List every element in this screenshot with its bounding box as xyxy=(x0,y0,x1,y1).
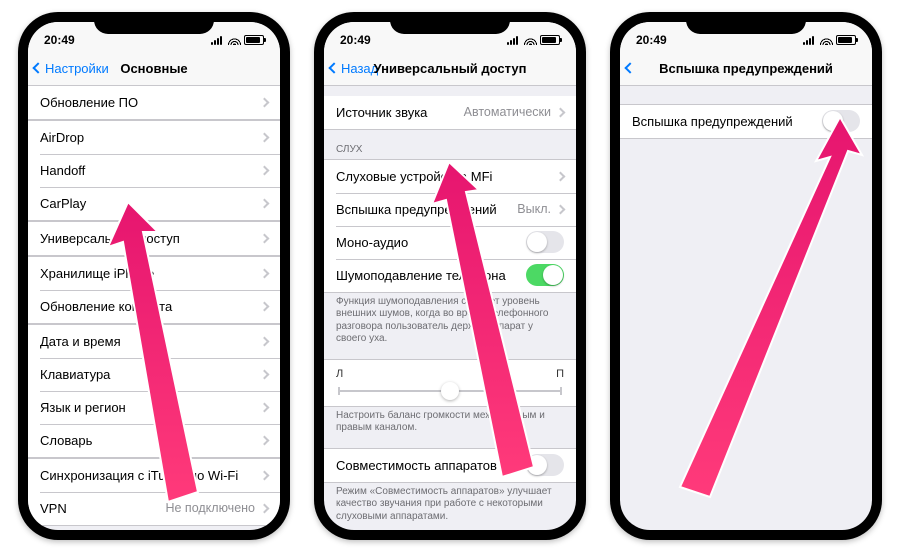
row-led-flash-toggle[interactable]: Вспышка предупреждений xyxy=(620,105,872,138)
chevron-right-icon xyxy=(556,204,566,214)
content-list[interactable]: Обновление ПО AirDrop Handoff CarPlay Ун… xyxy=(28,86,280,530)
battery-icon xyxy=(836,35,856,45)
row-datetime[interactable]: Дата и время xyxy=(28,325,280,358)
wifi-icon xyxy=(228,35,241,45)
chevron-right-icon xyxy=(260,198,270,208)
row-handoff[interactable]: Handoff xyxy=(28,154,280,187)
notch xyxy=(94,12,214,34)
notch xyxy=(390,12,510,34)
row-hearing-compat[interactable]: Совместимость аппаратов xyxy=(324,449,576,482)
chevron-right-icon xyxy=(260,435,270,445)
status-icons xyxy=(211,35,264,45)
toggle-led-flash[interactable] xyxy=(822,110,860,132)
nav-title: Универсальный доступ xyxy=(324,61,576,76)
chevron-right-icon xyxy=(260,132,270,142)
wifi-icon xyxy=(820,35,833,45)
chevron-right-icon xyxy=(260,402,270,412)
toggle-noise[interactable] xyxy=(526,264,564,286)
row-keyboard[interactable]: Клавиатура xyxy=(28,358,280,391)
status-time: 20:49 xyxy=(44,33,75,47)
chevron-right-icon xyxy=(260,165,270,175)
signal-icon xyxy=(507,35,521,45)
chevron-right-icon xyxy=(260,336,270,346)
row-led-flash[interactable]: Вспышка предупрежденийВыкл. xyxy=(324,193,576,226)
compat-footer: Режим «Совместимость аппаратов» улучшает… xyxy=(324,483,576,527)
row-background-refresh[interactable]: Обновление контента xyxy=(28,290,280,323)
chevron-right-icon xyxy=(260,369,270,379)
chevron-right-icon xyxy=(556,107,566,117)
chevron-right-icon xyxy=(260,470,270,480)
battery-icon xyxy=(244,35,264,45)
phone-3: 20:49 Вспышка предупреждений Вспышка пре… xyxy=(610,12,882,540)
row-vpn[interactable]: VPNНе подключено xyxy=(28,492,280,525)
phone-1: 20:49 Настройки Основные Обновление ПО A… xyxy=(18,12,290,540)
row-noise-cancel[interactable]: Шумоподавление телефона xyxy=(324,259,576,292)
navbar: Вспышка предупреждений xyxy=(620,52,872,86)
navbar: Настройки Основные xyxy=(28,52,280,86)
row-storage[interactable]: Хранилище iPhone xyxy=(28,257,280,290)
slider-thumb[interactable] xyxy=(441,382,459,400)
row-accessibility[interactable]: Универсальный доступ xyxy=(28,222,280,255)
status-time: 20:49 xyxy=(636,33,667,47)
status-icons xyxy=(507,35,560,45)
content-list[interactable]: Вспышка предупреждений xyxy=(620,86,872,530)
row-language[interactable]: Язык и регион xyxy=(28,391,280,424)
navbar: Назад Универсальный доступ xyxy=(324,52,576,86)
row-itunes-sync[interactable]: Синхронизация с iTunes по Wi-Fi xyxy=(28,459,280,492)
row-audio-source[interactable]: Источник звукаАвтоматически xyxy=(324,96,576,129)
screen-led-flash: 20:49 Вспышка предупреждений Вспышка пре… xyxy=(620,22,872,530)
row-software-update[interactable]: Обновление ПО xyxy=(28,86,280,119)
row-mfi-hearing[interactable]: Слуховые устройства MFi xyxy=(324,160,576,193)
notch xyxy=(686,12,806,34)
chevron-right-icon xyxy=(260,301,270,311)
balance-slider[interactable] xyxy=(338,390,562,392)
row-balance-slider[interactable]: ЛП xyxy=(324,360,576,406)
content-list[interactable]: Источник звукаАвтоматически СЛУХ Слуховы… xyxy=(324,86,576,530)
signal-icon xyxy=(211,35,225,45)
status-icons xyxy=(803,35,856,45)
chevron-right-icon xyxy=(260,503,270,513)
row-airdrop[interactable]: AirDrop xyxy=(28,121,280,154)
chevron-right-icon xyxy=(260,233,270,243)
toggle-compat[interactable] xyxy=(526,454,564,476)
phone-2: 20:49 Назад Универсальный доступ Источни… xyxy=(314,12,586,540)
signal-icon xyxy=(803,35,817,45)
chevron-right-icon xyxy=(260,97,270,107)
chevron-right-icon xyxy=(260,268,270,278)
row-carplay[interactable]: CarPlay xyxy=(28,187,280,220)
chevron-right-icon xyxy=(556,171,566,181)
section-hearing: СЛУХ xyxy=(324,140,576,159)
balance-footer: Настроить баланс громкости между левым и… xyxy=(324,407,576,438)
row-dictionary[interactable]: Словарь xyxy=(28,424,280,457)
toggle-mono[interactable] xyxy=(526,231,564,253)
screen-accessibility: 20:49 Назад Универсальный доступ Источни… xyxy=(324,22,576,530)
nav-title: Вспышка предупреждений xyxy=(620,61,872,76)
battery-icon xyxy=(540,35,560,45)
wifi-icon xyxy=(524,35,537,45)
status-time: 20:49 xyxy=(340,33,371,47)
row-mono-audio[interactable]: Моно-аудио xyxy=(324,226,576,259)
screen-general: 20:49 Настройки Основные Обновление ПО A… xyxy=(28,22,280,530)
nav-title: Основные xyxy=(28,61,280,76)
noise-footer: Функция шумоподавления снижает уровень в… xyxy=(324,293,576,349)
